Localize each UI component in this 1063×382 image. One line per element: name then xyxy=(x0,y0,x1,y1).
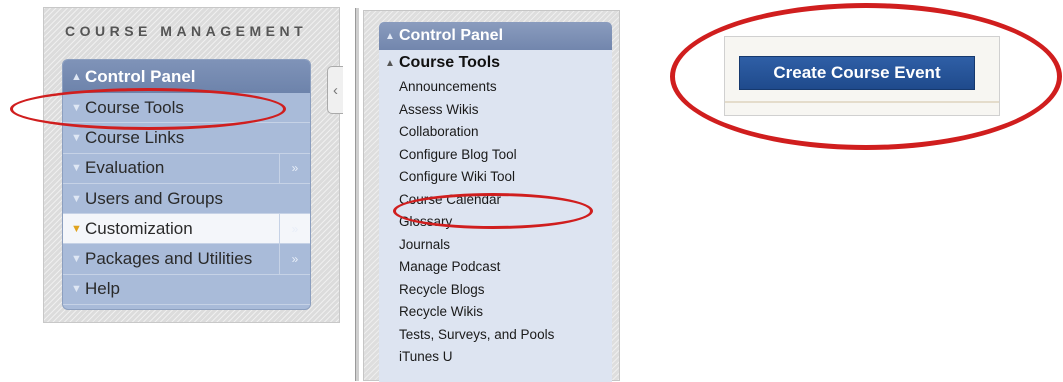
collapse-menu-toggle[interactable]: ‹ xyxy=(327,66,343,114)
chevron-double-right-icon[interactable]: » xyxy=(279,153,310,183)
expanded-control-panel-header[interactable]: ▲ Control Panel xyxy=(379,22,612,50)
course-management-heading: COURSE MANAGEMENT xyxy=(65,23,308,39)
control-panel-item-label: Course Links xyxy=(85,127,185,147)
course-tool-link[interactable]: Tests, Surveys, and Pools xyxy=(399,324,612,347)
chevron-double-up-icon: ▲ xyxy=(71,70,82,83)
course-tool-link[interactable]: Announcements xyxy=(399,76,612,99)
chevron-double-down-icon: ▼ xyxy=(71,131,82,144)
course-tool-link[interactable]: Configure Wiki Tool xyxy=(399,166,612,189)
course-tools-section-header[interactable]: ▲ Course Tools xyxy=(379,50,612,76)
course-tool-link[interactable]: Assess Wikis xyxy=(399,99,612,122)
course-tool-link[interactable]: Journals xyxy=(399,234,612,257)
control-panel-item[interactable]: ▼ Help xyxy=(63,275,310,306)
course-tool-link[interactable]: Configure Blog Tool xyxy=(399,144,612,167)
course-tools-section-title: Course Tools xyxy=(399,54,501,71)
highlight-create-course-event xyxy=(670,3,1062,150)
chevron-double-up-icon: ▲ xyxy=(385,57,395,69)
highlight-course-calendar xyxy=(393,193,593,229)
chevron-double-right-icon[interactable]: » xyxy=(279,214,310,244)
divider xyxy=(355,8,359,381)
expanded-control-panel-title: Control Panel xyxy=(399,27,504,44)
chevron-double-right-icon[interactable]: » xyxy=(279,244,310,274)
course-tool-link[interactable]: Collaboration xyxy=(399,121,612,144)
chevron-double-down-icon: ▼ xyxy=(71,222,82,235)
control-panel-item[interactable]: ▼ Customization » xyxy=(63,214,310,245)
chevron-left-icon: ‹ xyxy=(333,81,338,99)
course-tool-link[interactable]: Recycle Wikis xyxy=(399,301,612,324)
control-panel-item-label: Evaluation xyxy=(85,158,165,178)
chevron-double-down-icon: ▼ xyxy=(71,192,82,205)
highlight-course-tools xyxy=(10,88,286,130)
course-tool-link[interactable]: Manage Podcast xyxy=(399,256,612,279)
course-management-panel: COURSE MANAGEMENT ▲ Control Panel ▼ Cours… xyxy=(43,7,343,323)
chevron-double-down-icon: ▼ xyxy=(71,253,82,266)
control-panel-item-label: Packages and Utilities xyxy=(85,249,253,269)
control-panel-item-label: Help xyxy=(85,279,120,299)
control-panel-item[interactable]: ▼ Users and Groups xyxy=(63,184,310,215)
control-panel-title: Control Panel xyxy=(85,66,196,86)
course-tool-link[interactable]: iTunes U xyxy=(399,346,612,369)
course-tool-link[interactable]: Recycle Blogs xyxy=(399,279,612,302)
chevron-double-up-icon: ▲ xyxy=(385,30,395,42)
chevron-double-down-icon: ▼ xyxy=(71,162,82,175)
control-panel-item-label: Customization xyxy=(85,218,193,238)
control-panel-item-label: Users and Groups xyxy=(85,188,223,208)
control-panel-item[interactable]: ▼ Packages and Utilities » xyxy=(63,244,310,275)
control-panel-item[interactable]: ▼ Evaluation » xyxy=(63,153,310,184)
chevron-double-down-icon: ▼ xyxy=(71,283,82,296)
